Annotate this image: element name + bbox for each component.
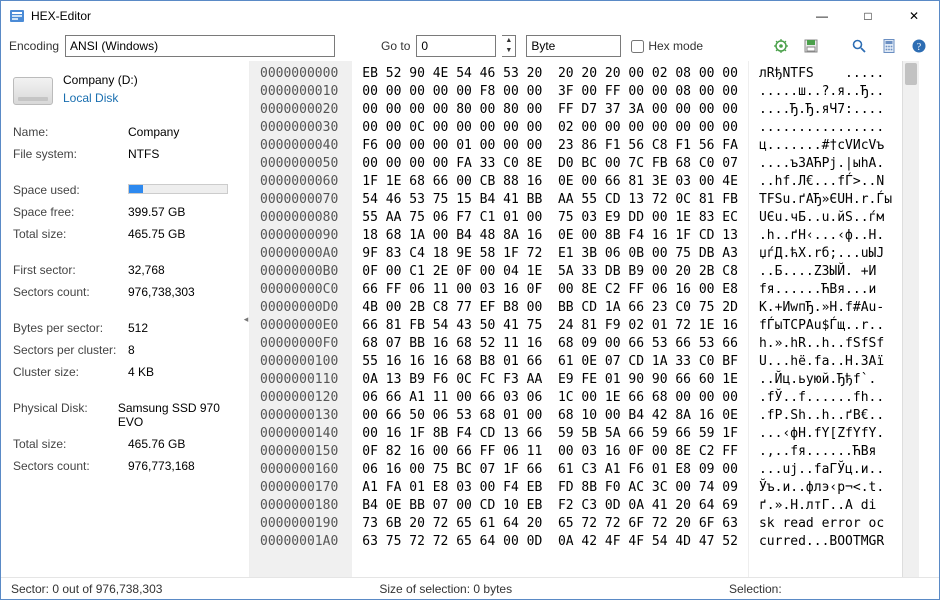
disk-type-link[interactable]: Local Disk bbox=[63, 91, 138, 105]
settings-gear-icon[interactable] bbox=[769, 34, 793, 58]
status-selection: Selection: bbox=[729, 582, 929, 596]
sidebar: Company (D:) Local Disk Name:CompanyFile… bbox=[1, 61, 249, 577]
toolbar: Encoding ANSI (Windows) Go to ▲▼ Byte He… bbox=[1, 31, 939, 61]
main-area: Company (D:) Local Disk Name:CompanyFile… bbox=[1, 61, 939, 577]
statusbar: Sector: 0 out of 976,738,303 Size of sel… bbox=[1, 577, 939, 599]
status-sector: Sector: 0 out of 976,738,303 bbox=[11, 582, 162, 596]
titlebar: HEX-Editor — □ ✕ bbox=[1, 1, 939, 31]
save-disk-icon[interactable] bbox=[799, 34, 823, 58]
goto-input[interactable] bbox=[416, 35, 496, 57]
goto-label: Go to bbox=[381, 39, 410, 53]
hexmode-checkbox[interactable] bbox=[631, 40, 644, 53]
minimize-button[interactable]: — bbox=[799, 1, 845, 31]
hexmode-toggle[interactable]: Hex mode bbox=[631, 39, 703, 53]
encoding-select[interactable]: ANSI (Windows) bbox=[65, 35, 335, 57]
app-icon bbox=[9, 8, 25, 24]
encoding-label: Encoding bbox=[9, 39, 59, 53]
goto-spinner[interactable]: ▲▼ bbox=[502, 35, 516, 57]
goto-unit-select[interactable]: Byte bbox=[526, 35, 621, 57]
svg-text:?: ? bbox=[917, 42, 922, 53]
window-title: HEX-Editor bbox=[31, 9, 799, 23]
calculator-icon[interactable] bbox=[877, 34, 901, 58]
vertical-scrollbar[interactable] bbox=[902, 61, 919, 577]
sidebar-collapse-handle[interactable]: ◂ bbox=[242, 299, 249, 339]
disk-icon bbox=[13, 77, 53, 105]
offset-column: 0000000000 0000000010 0000000020 0000000… bbox=[250, 61, 352, 577]
space-used-bar bbox=[128, 184, 228, 194]
maximize-button[interactable]: □ bbox=[845, 1, 891, 31]
disk-name: Company (D:) bbox=[63, 73, 138, 87]
hex-column[interactable]: EB 52 90 4E 54 46 53 20 20 20 20 00 02 0… bbox=[352, 61, 748, 577]
help-icon[interactable]: ? bbox=[907, 34, 931, 58]
search-icon[interactable] bbox=[847, 34, 871, 58]
status-selection-size: Size of selection: 0 bytes bbox=[379, 582, 512, 596]
close-button[interactable]: ✕ bbox=[891, 1, 937, 31]
ascii-column[interactable]: лRђNTFS ..... .....ш..?.я..Ђ.. ....Ђ.Ђ.я… bbox=[748, 61, 902, 577]
hex-viewer: 0000000000 0000000010 0000000020 0000000… bbox=[249, 61, 939, 577]
